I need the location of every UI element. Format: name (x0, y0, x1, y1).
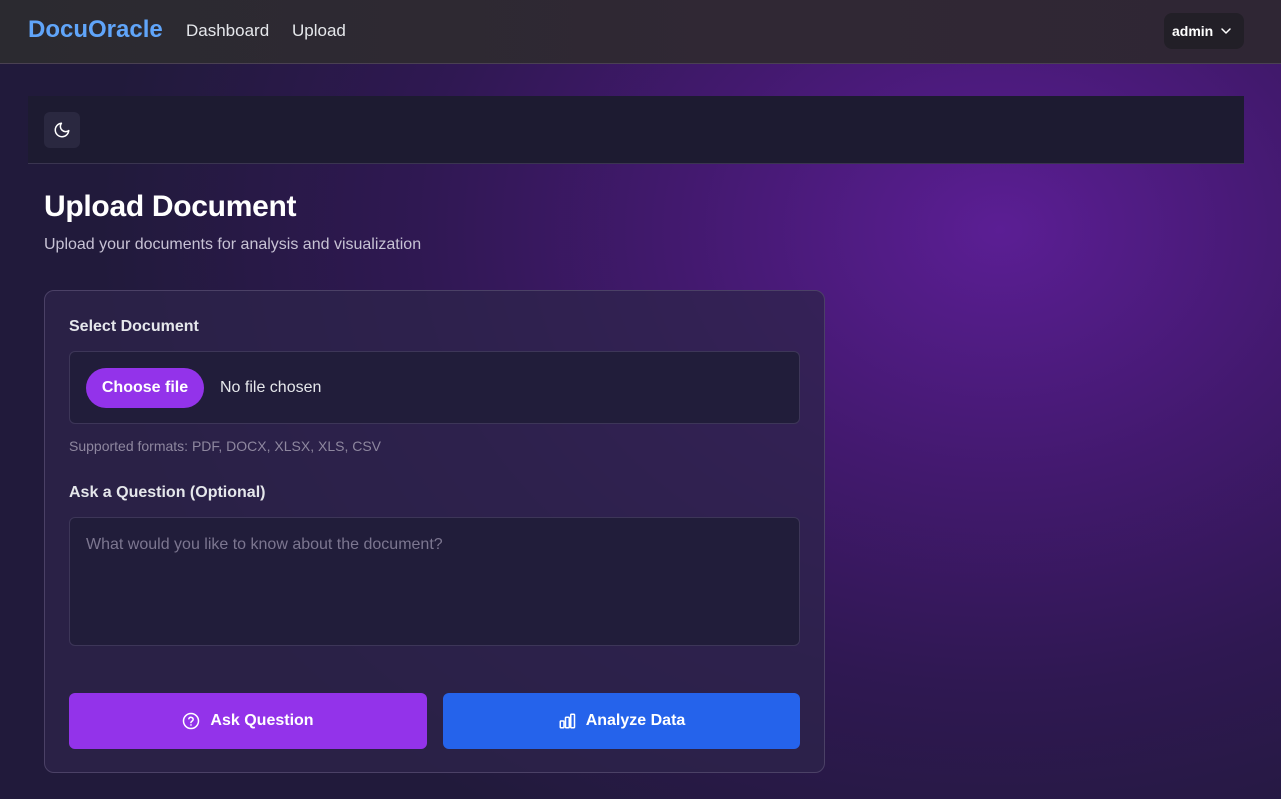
brand-logo[interactable]: DocuOracle (28, 16, 163, 44)
supported-formats-hint: Supported formats: PDF, DOCX, XLSX, XLS,… (69, 438, 382, 454)
top-navbar: DocuOracle Dashboard Upload admin (0, 0, 1281, 64)
user-menu-button[interactable]: admin (1164, 13, 1244, 49)
bar-chart-icon (559, 713, 575, 729)
ask-question-label: Ask Question (210, 712, 314, 729)
select-document-label: Select Document (69, 318, 199, 335)
user-name: admin (1172, 23, 1214, 39)
ask-question-button[interactable]: Ask Question (69, 693, 427, 749)
moon-icon (54, 122, 70, 138)
upload-card: Select Document Choose file No file chos… (44, 290, 825, 773)
chevron-down-icon (1221, 28, 1231, 34)
analyze-data-label: Analyze Data (585, 712, 686, 729)
analyze-data-button[interactable]: Analyze Data (443, 693, 800, 749)
nav-link-dashboard[interactable]: Dashboard (186, 21, 269, 41)
toolbar-strip (28, 96, 1244, 164)
nav-link-upload[interactable]: Upload (292, 21, 346, 41)
file-input[interactable]: Choose file No file chosen (69, 351, 800, 424)
page-subtitle: Upload your documents for analysis and v… (44, 236, 422, 253)
theme-toggle-button[interactable] (44, 112, 80, 148)
file-status-text: No file chosen (220, 379, 322, 396)
page-title: Upload Document (44, 190, 297, 223)
question-textarea[interactable] (69, 517, 800, 646)
question-label: Ask a Question (Optional) (69, 484, 266, 501)
choose-file-button[interactable]: Choose file (86, 368, 204, 408)
question-circle-icon (183, 712, 200, 730)
